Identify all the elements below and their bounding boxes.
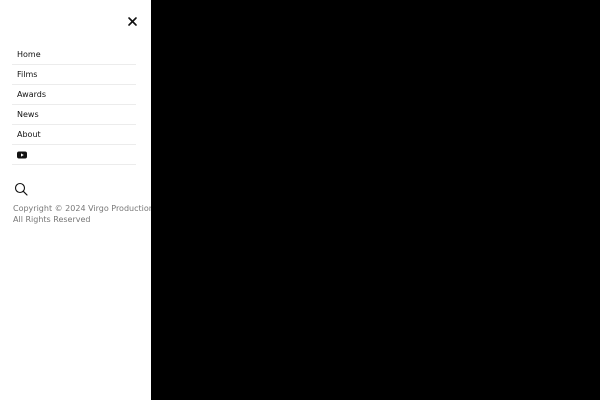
nav-item-news[interactable]: News	[12, 105, 136, 125]
copyright-line-1: Copyright © 2024 Virgo Productions .	[13, 204, 164, 213]
main-content-area	[151, 0, 600, 400]
main-nav: Home Films Awards News About	[12, 45, 136, 165]
copyright-text: Copyright © 2024 Virgo Productions . All…	[13, 203, 164, 225]
nav-item-films[interactable]: Films	[12, 65, 136, 85]
youtube-link[interactable]	[12, 145, 136, 165]
nav-item-about[interactable]: About	[12, 125, 136, 145]
nav-item-label: Awards	[17, 90, 46, 99]
side-drawer: Home Films Awards News About Copyright ©…	[0, 0, 164, 400]
nav-item-home[interactable]: Home	[12, 45, 136, 65]
nav-item-label: About	[17, 130, 41, 139]
search-icon	[14, 182, 28, 196]
close-icon	[128, 17, 137, 26]
nav-item-label: Films	[17, 70, 38, 79]
page: Home Films Awards News About Copyright ©…	[0, 0, 600, 400]
youtube-icon	[17, 151, 27, 158]
nav-item-label: News	[17, 110, 39, 119]
nav-item-label: Home	[17, 50, 41, 59]
copyright-line-2: All Rights Reserved	[13, 215, 91, 224]
close-button[interactable]	[124, 13, 141, 30]
search-button[interactable]	[14, 182, 28, 196]
nav-item-awards[interactable]: Awards	[12, 85, 136, 105]
